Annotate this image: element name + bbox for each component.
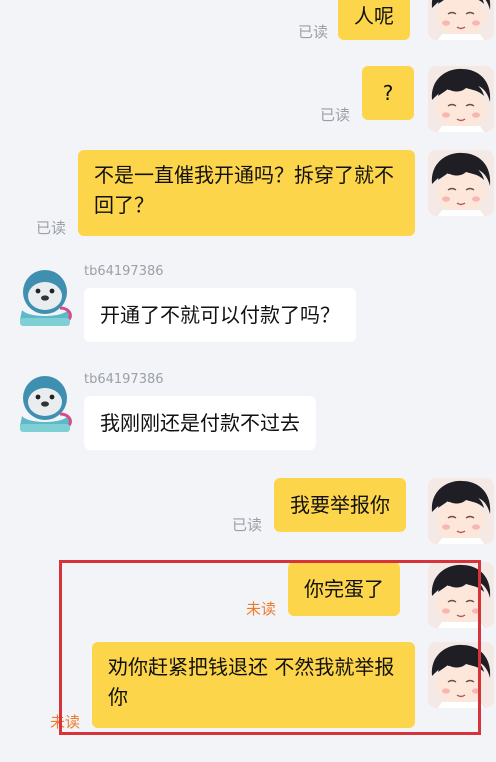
my-avatar[interactable] <box>428 150 494 216</box>
message-bubble[interactable]: 我刚刚还是付款不过去 <box>84 396 316 450</box>
my-avatar[interactable] <box>428 66 494 132</box>
contact-avatar[interactable] <box>12 262 78 328</box>
message-bubble[interactable]: ? <box>362 66 414 120</box>
my-avatar[interactable] <box>428 478 494 544</box>
message-bubble[interactable]: 不是一直催我开通吗？拆穿了就不回了？ <box>78 150 415 236</box>
my-avatar[interactable] <box>428 0 494 40</box>
my-avatar[interactable] <box>428 562 494 628</box>
read-status: 已读 <box>320 106 351 124</box>
contact-username: tb64197386 <box>84 372 164 387</box>
read-status: 已读 <box>36 219 67 237</box>
contact-username: tb64197386 <box>84 264 164 279</box>
read-status: 已读 <box>232 516 263 534</box>
read-status: 已读 <box>298 23 329 41</box>
message-bubble[interactable]: 劝你赶紧把钱退还 不然我就举报你 <box>92 642 415 728</box>
chat-window: 人呢 已读 ? 已读 不是一直催我开通吗？拆穿了就不回了？ 已读 tb64197… <box>0 0 496 762</box>
my-avatar[interactable] <box>428 642 494 708</box>
unread-status: 未读 <box>50 713 81 731</box>
message-bubble[interactable]: 我要举报你 <box>274 478 406 532</box>
message-bubble[interactable]: 人呢 <box>338 0 410 40</box>
message-bubble[interactable]: 你完蛋了 <box>288 562 400 616</box>
contact-avatar[interactable] <box>12 368 78 434</box>
unread-status: 未读 <box>246 600 277 618</box>
message-bubble[interactable]: 开通了不就可以付款了吗？ <box>84 288 356 342</box>
